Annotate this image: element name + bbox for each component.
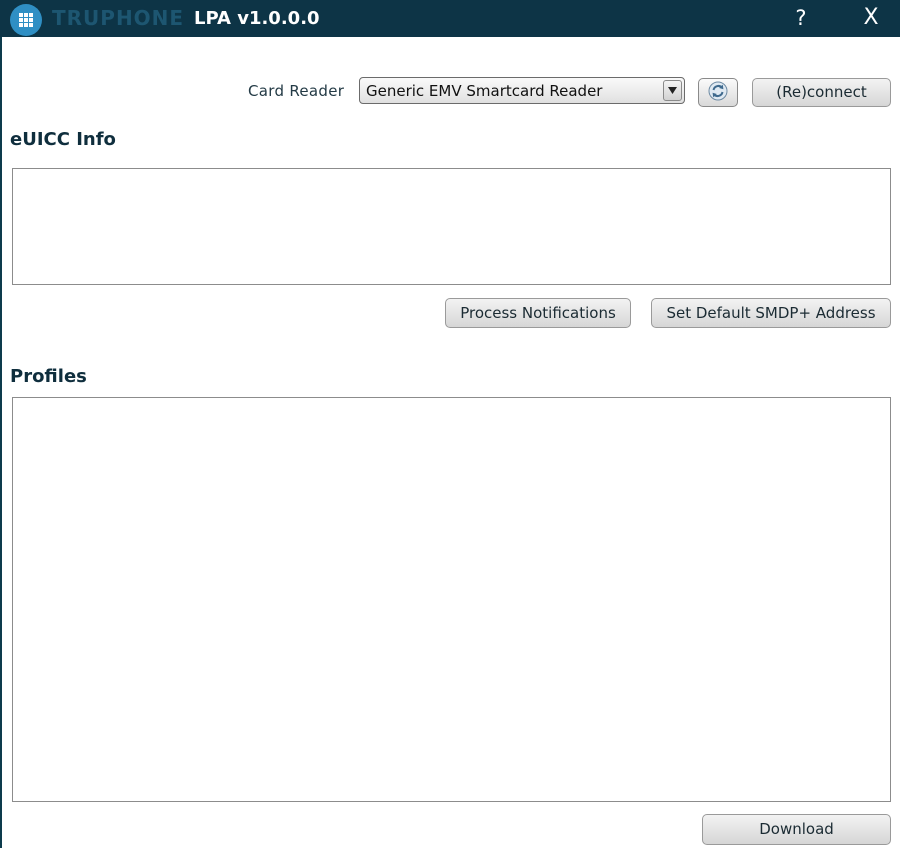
reconnect-button[interactable]: (Re)connect — [752, 78, 891, 107]
brand-logo: TRUPHONE — [52, 6, 185, 30]
lpa-window: TRUPHONE LPA v1.0.0.0 ? X Card Reader Ge… — [0, 0, 900, 848]
app-title: LPA v1.0.0.0 — [194, 8, 320, 29]
title-bar: TRUPHONE LPA v1.0.0.0 ? X — [0, 0, 900, 37]
help-button[interactable]: ? — [786, 3, 816, 33]
card-reader-select[interactable]: Generic EMV Smartcard Reader — [359, 77, 685, 104]
dropdown-arrow-icon[interactable] — [663, 80, 682, 101]
truphone-logo-icon — [10, 4, 42, 36]
card-reader-selected-value: Generic EMV Smartcard Reader — [366, 82, 603, 100]
refresh-icon — [707, 80, 729, 106]
euicc-info-heading: eUICC Info — [10, 129, 116, 150]
window-border — [0, 36, 2, 848]
profiles-list[interactable] — [12, 397, 891, 802]
euicc-info-panel — [12, 168, 891, 285]
download-button[interactable]: Download — [702, 814, 891, 845]
close-button[interactable]: X — [856, 3, 886, 33]
refresh-readers-button[interactable] — [698, 78, 738, 107]
process-notifications-button[interactable]: Process Notifications — [445, 298, 631, 328]
profiles-heading: Profiles — [10, 366, 87, 387]
card-reader-label: Card Reader — [248, 82, 345, 100]
set-default-smdp-address-button[interactable]: Set Default SMDP+ Address — [651, 298, 891, 328]
